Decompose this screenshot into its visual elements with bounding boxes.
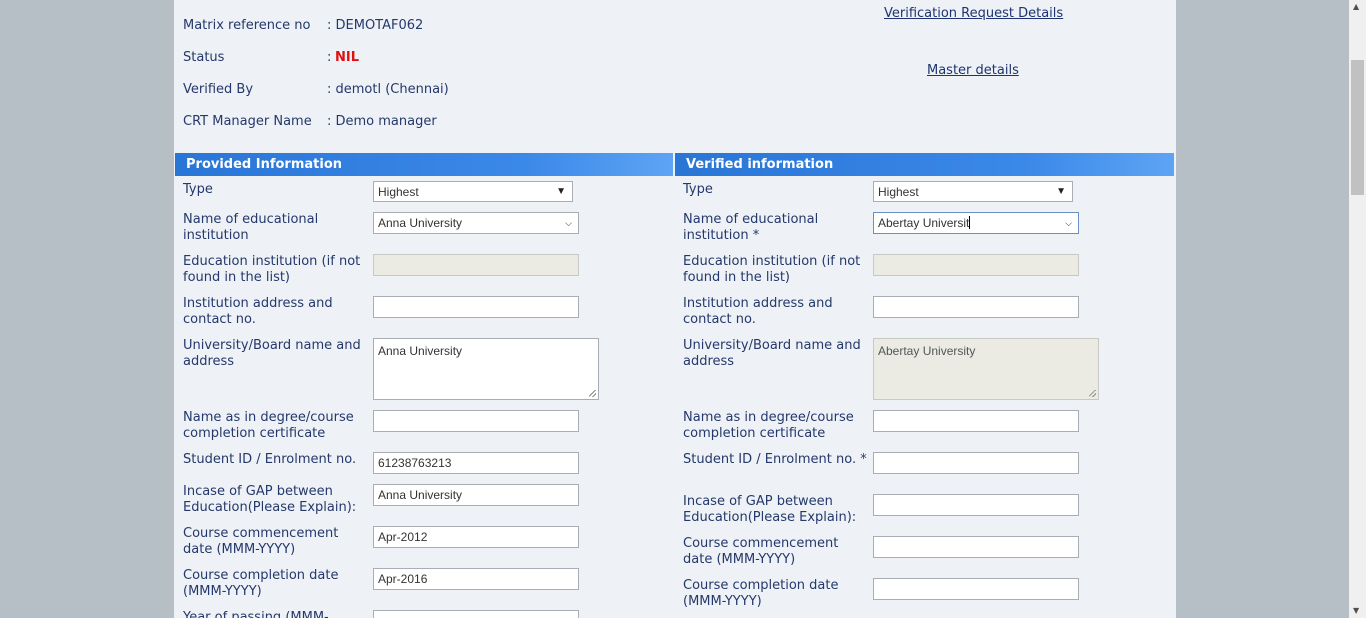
provided-type-value: Highest xyxy=(378,185,419,199)
matrix-reference-label: Matrix reference no xyxy=(183,18,311,33)
verified-university-value: Abertay University xyxy=(878,344,976,358)
verified-student-id-input[interactable] xyxy=(873,452,1079,474)
triangle-up-icon[interactable]: ▲ xyxy=(1353,2,1359,11)
verified-completion-input[interactable] xyxy=(873,578,1079,600)
verified-institution-value: Abertay Universit xyxy=(878,216,970,230)
resize-grip-icon xyxy=(1089,390,1096,397)
provided-student-id-input[interactable]: 61238763213 xyxy=(373,452,579,474)
verified-name-cert-label: Name as in degree/course completion cert… xyxy=(683,410,854,441)
provided-year-input[interactable] xyxy=(373,610,579,618)
chevron-down-icon: ▼ xyxy=(556,186,566,197)
chevron-down-icon: ⌵ xyxy=(565,218,572,228)
provided-inst-other-input xyxy=(373,254,579,276)
verified-gap-label: Incase of GAP between Education(Please E… xyxy=(683,494,857,525)
provided-commence-input[interactable]: Apr-2012 xyxy=(373,526,579,548)
provided-name-cert-label: Name as in degree/course completion cert… xyxy=(183,410,354,441)
resize-grip-icon[interactable] xyxy=(589,390,596,397)
provided-information-header: Provided Information xyxy=(175,153,673,176)
provided-inst-other-label: Education institution (if not found in t… xyxy=(183,254,361,285)
page-scrollbar[interactable]: ▲ ▼ xyxy=(1349,0,1366,618)
chevron-down-icon: ▼ xyxy=(1056,186,1066,197)
provided-student-id-label: Student ID / Enrolment no. xyxy=(183,452,357,467)
verified-address-label: Institution address and contact no. xyxy=(683,296,833,327)
verified-commence-input[interactable] xyxy=(873,536,1079,558)
provided-institution-label: Name of educational institution xyxy=(183,212,319,243)
status-badge: NIL xyxy=(335,50,360,65)
provided-institution-value: Anna University xyxy=(378,216,463,230)
provided-year-label: Year of passing (MMM- xyxy=(183,610,329,618)
verified-type-value: Highest xyxy=(878,185,919,199)
matrix-reference-value: : DEMOTAF062 xyxy=(327,18,424,33)
provided-name-cert-input[interactable] xyxy=(373,410,579,432)
verified-institution-label: Name of educational institution * xyxy=(683,212,819,243)
verification-request-details-link[interactable]: Verification Request Details xyxy=(884,6,1063,21)
verified-student-id-label: Student ID / Enrolment no. * xyxy=(683,452,867,467)
verified-inst-other-label: Education institution (if not found in t… xyxy=(683,254,861,285)
provided-address-input[interactable] xyxy=(373,296,579,318)
provided-university-textarea[interactable]: Anna University xyxy=(373,338,599,400)
verified-inst-other-input xyxy=(873,254,1079,276)
triangle-down-icon[interactable]: ▼ xyxy=(1353,606,1359,615)
verified-university-label: University/Board name and address xyxy=(683,338,861,369)
provided-type-label: Type xyxy=(183,182,213,197)
provided-university-label: University/Board name and address xyxy=(183,338,361,369)
verified-commence-label: Course commencement date (MMM-YYYY) xyxy=(683,536,839,567)
provided-address-label: Institution address and contact no. xyxy=(183,296,333,327)
provided-institution-select[interactable]: Anna University ⌵ xyxy=(373,212,579,234)
verified-institution-select[interactable]: Abertay Universit ⌵ xyxy=(873,212,1079,234)
provided-completion-input[interactable]: Apr-2016 xyxy=(373,568,579,590)
status-colon: : xyxy=(327,50,332,65)
verified-completion-label: Course completion date (MMM-YYYY) xyxy=(683,578,839,609)
verified-information-header: Verified information xyxy=(675,153,1174,176)
provided-type-select[interactable]: Highest ▼ xyxy=(373,181,573,202)
verified-type-label: Type xyxy=(683,182,713,197)
provided-gap-label: Incase of GAP between Education(Please E… xyxy=(183,484,357,515)
scrollbar-thumb[interactable] xyxy=(1351,60,1364,195)
verification-form-sheet: Matrix reference no : DEMOTAF062 Status … xyxy=(174,0,1176,618)
provided-university-value: Anna University xyxy=(378,344,463,358)
verified-address-input[interactable] xyxy=(873,296,1079,318)
verified-by-label: Verified By xyxy=(183,82,254,97)
verified-by-value: : demotl (Chennai) xyxy=(327,82,449,97)
crt-manager-label: CRT Manager Name xyxy=(183,114,312,129)
provided-commence-label: Course commencement date (MMM-YYYY) xyxy=(183,526,339,557)
provided-gap-input[interactable]: Anna University xyxy=(373,484,579,506)
chevron-down-icon: ⌵ xyxy=(1065,218,1072,228)
verified-university-textarea: Abertay University xyxy=(873,338,1099,400)
verified-type-select[interactable]: Highest ▼ xyxy=(873,181,1073,202)
verified-gap-input[interactable] xyxy=(873,494,1079,516)
verified-name-cert-input[interactable] xyxy=(873,410,1079,432)
provided-completion-label: Course completion date (MMM-YYYY) xyxy=(183,568,339,599)
crt-manager-value: : Demo manager xyxy=(327,114,437,129)
master-details-link[interactable]: Master details xyxy=(927,63,1019,78)
status-label: Status xyxy=(183,50,225,65)
text-caret xyxy=(969,216,971,229)
